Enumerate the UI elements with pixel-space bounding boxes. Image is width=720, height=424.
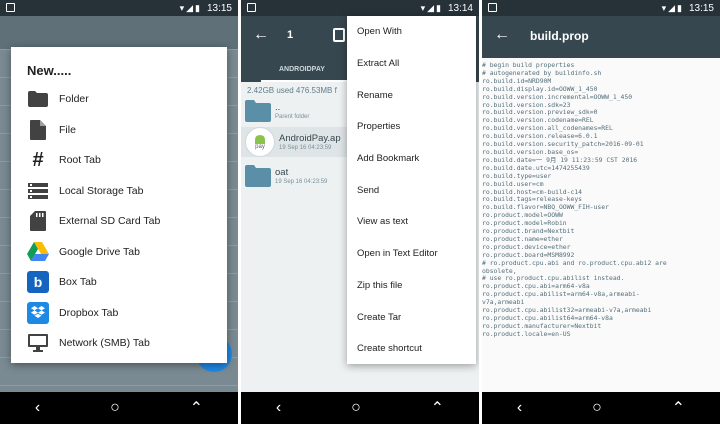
- signal-battery-icons: ▾◢▮: [179, 2, 202, 13]
- file-sub: Parent folder: [275, 114, 310, 120]
- nav-bar: ‹ ○ ⌃: [482, 392, 720, 424]
- menu-open-with[interactable]: Open With: [347, 16, 476, 48]
- hash-icon: #: [32, 148, 44, 171]
- storage-list-icon: [27, 180, 49, 202]
- menu-add-bookmark[interactable]: Add Bookmark: [347, 143, 476, 175]
- item-label: Folder: [59, 93, 89, 106]
- back-arrow-icon[interactable]: ←: [253, 26, 269, 44]
- apk-badge: pay: [255, 144, 265, 150]
- back-button[interactable]: ‹: [517, 399, 522, 417]
- status-bar: ▾◢▮ 13:14: [241, 0, 479, 16]
- tab-androidpay[interactable]: ANDROIDPAY: [279, 66, 325, 73]
- google-drive-icon: [27, 241, 49, 263]
- signal-battery-icons: ▾◢▮: [420, 2, 443, 13]
- monitor-icon: [27, 332, 49, 354]
- nav-bar: ‹ ○ ⌃: [0, 392, 238, 424]
- apk-icon: pay: [245, 127, 275, 157]
- storage-info: 2.42GB used 476.53MB f: [247, 86, 337, 95]
- status-bar: ▾◢▮ 13:15: [482, 0, 720, 16]
- menu-send[interactable]: Send: [347, 174, 476, 206]
- home-button[interactable]: ○: [110, 399, 120, 417]
- status-bar: ▾◢▮ 13:15: [0, 0, 238, 16]
- context-menu: Open With Extract All Rename Properties …: [347, 16, 476, 364]
- file-name: ..: [275, 102, 281, 113]
- notification-icon: [6, 3, 15, 12]
- signal-battery-icons: ▾◢▮: [661, 2, 684, 13]
- item-label: Dropbox Tab: [59, 306, 119, 319]
- list-item-oat[interactable]: oat 19 Sep 16 04:23:59: [241, 161, 361, 191]
- sd-card-icon: [27, 210, 49, 232]
- copy-icon[interactable]: [333, 28, 345, 42]
- new-root-tab-item[interactable]: # Root Tab: [11, 145, 227, 176]
- folder-icon: [27, 88, 49, 110]
- menu-rename[interactable]: Rename: [347, 79, 476, 111]
- file-context-menu-screen: ▾◢▮ 13:14 ← 1 ANDROIDPAY 2.42GB used 476…: [241, 0, 479, 424]
- new-dialog: New..... Folder File # Root Tab Local St…: [11, 47, 227, 363]
- selected-count: 1: [287, 29, 294, 41]
- item-label: Box Tab: [59, 276, 97, 289]
- new-dialog-screen: ▾◢▮ 13:15 New..... Folder File # Root Ta…: [0, 0, 238, 424]
- recents-button[interactable]: ⌃: [672, 398, 685, 418]
- nav-bar: ‹ ○ ⌃: [241, 392, 479, 424]
- notification-icon: [247, 3, 256, 12]
- menu-properties[interactable]: Properties: [347, 111, 476, 143]
- item-label: Local Storage Tab: [59, 184, 144, 197]
- new-google-drive-tab-item[interactable]: Google Drive Tab: [11, 237, 227, 268]
- text-viewer-app-bar: ← build.prop: [482, 16, 720, 58]
- item-label: Root Tab: [59, 154, 101, 167]
- menu-create-tar[interactable]: Create Tar: [347, 301, 476, 333]
- text-line: # ro.product.cpu.abi and ro.product.cpu.…: [482, 258, 667, 267]
- menu-zip-this-file[interactable]: Zip this file: [347, 270, 476, 302]
- new-box-tab-item[interactable]: b Box Tab: [11, 267, 227, 298]
- notification-icon: [488, 3, 497, 12]
- back-button[interactable]: ‹: [276, 399, 281, 417]
- status-time: 13:15: [688, 2, 714, 14]
- menu-create-shortcut[interactable]: Create shortcut: [347, 333, 476, 365]
- file-name: AndroidPay.ap: [279, 133, 341, 144]
- file-name: oat: [275, 167, 289, 178]
- dialog-title: New.....: [27, 63, 72, 78]
- back-arrow-icon[interactable]: ←: [494, 26, 510, 44]
- file-icon: [27, 119, 49, 141]
- viewer-title: build.prop: [530, 29, 589, 43]
- text-line: ro.product.locale=en-US: [482, 329, 571, 338]
- new-file-item[interactable]: File: [11, 115, 227, 146]
- status-time: 13:15: [206, 2, 232, 14]
- item-label: File: [59, 123, 76, 136]
- list-item-parent[interactable]: .. Parent folder: [241, 96, 361, 126]
- home-button[interactable]: ○: [592, 399, 602, 417]
- menu-view-as-text[interactable]: View as text: [347, 206, 476, 238]
- menu-open-in-text-editor[interactable]: Open in Text Editor: [347, 238, 476, 270]
- menu-extract-all[interactable]: Extract All: [347, 48, 476, 80]
- folder-icon: [245, 165, 271, 187]
- new-network-smb-tab-item[interactable]: Network (SMB) Tab: [11, 328, 227, 359]
- recents-button[interactable]: ⌃: [431, 398, 444, 418]
- status-time: 13:14: [447, 2, 473, 14]
- new-local-storage-tab-item[interactable]: Local Storage Tab: [11, 176, 227, 207]
- new-dropbox-tab-item[interactable]: Dropbox Tab: [11, 298, 227, 329]
- home-button[interactable]: ○: [351, 399, 361, 417]
- file-sub: 19 Sep 16 04:23:59: [275, 179, 328, 185]
- text-content[interactable]: # begin build properties # autogenerated…: [482, 58, 720, 392]
- recents-button[interactable]: ⌃: [190, 398, 203, 418]
- new-folder-item[interactable]: Folder: [11, 84, 227, 115]
- list-item-androidpay-apk[interactable]: pay AndroidPay.ap 19 Sep 16 04:23:59: [241, 127, 361, 157]
- text-viewer-screen: ▾◢▮ 13:15 ← build.prop # begin build pro…: [482, 0, 720, 424]
- dropbox-icon: [27, 301, 49, 324]
- new-sd-card-tab-item[interactable]: External SD Card Tab: [11, 206, 227, 237]
- item-label: Google Drive Tab: [59, 245, 140, 258]
- box-icon: b: [27, 271, 49, 294]
- tab-indicator: [261, 80, 351, 82]
- file-sub: 19 Sep 16 04:23:59: [279, 145, 332, 151]
- folder-icon: [245, 100, 271, 122]
- item-label: External SD Card Tab: [59, 215, 161, 228]
- back-button[interactable]: ‹: [35, 399, 40, 417]
- item-label: Network (SMB) Tab: [59, 337, 150, 350]
